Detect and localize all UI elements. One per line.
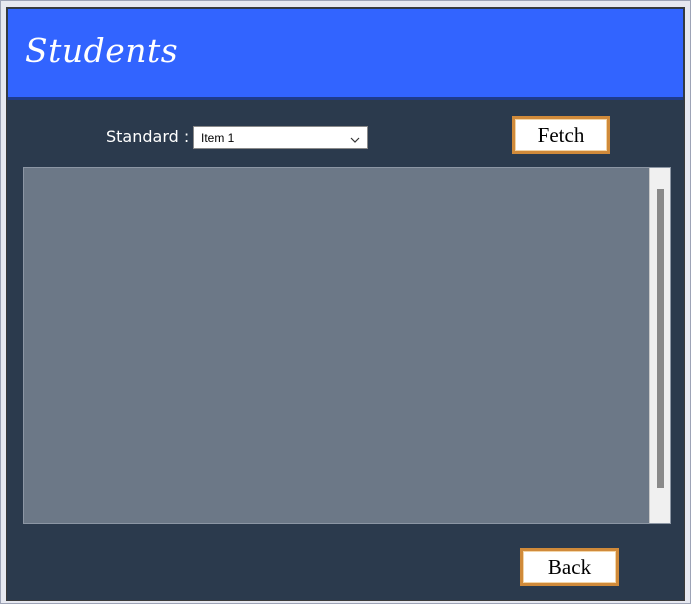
main-panel: Students Standard : Item 1 Fetch Back bbox=[6, 7, 685, 601]
scrollbar-thumb[interactable] bbox=[657, 189, 664, 488]
header-bar: Students bbox=[8, 9, 683, 100]
standard-dropdown[interactable]: Item 1 bbox=[193, 126, 368, 149]
page-title: Students bbox=[25, 31, 179, 70]
fetch-button[interactable]: Fetch bbox=[512, 116, 610, 154]
back-button[interactable]: Back bbox=[520, 548, 619, 586]
grid-vertical-scrollbar[interactable] bbox=[649, 168, 670, 523]
app-window: Students Standard : Item 1 Fetch Back bbox=[0, 0, 691, 604]
students-grid[interactable] bbox=[23, 167, 671, 524]
standard-label: Standard : bbox=[106, 127, 190, 146]
chevron-down-icon bbox=[350, 132, 360, 143]
standard-dropdown-value: Item 1 bbox=[201, 131, 235, 145]
